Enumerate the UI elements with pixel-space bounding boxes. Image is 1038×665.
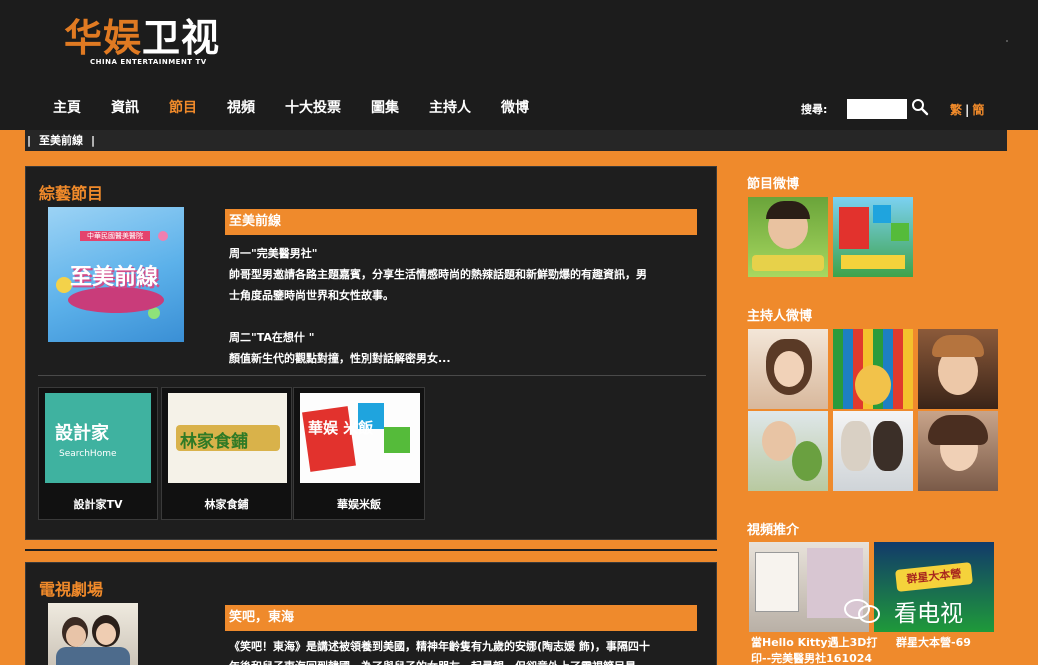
video-caption-1[interactable]: 當Hello Kitty遇上3D打 印--完美醫男社161024: [751, 635, 877, 665]
host-avatar-3[interactable]: [918, 329, 998, 409]
thumb-label: 華娱米飯: [337, 498, 381, 511]
host-avatar-6[interactable]: [918, 411, 998, 491]
lang-simplified-link[interactable]: 簡: [972, 103, 984, 117]
nav-item-videos[interactable]: 視頻: [212, 97, 270, 119]
panel-divider: [25, 549, 717, 551]
thumb-img-text: 設計家: [55, 423, 109, 444]
nav-item-programs[interactable]: 節目: [154, 97, 212, 119]
wechat-icon: [844, 599, 880, 623]
nav-item-home[interactable]: 主頁: [38, 97, 96, 119]
logo-cn-part2: 卫视: [142, 15, 221, 60]
drama-feature-description: 《笑吧！東海》是講述被領養到美國，精神年齡隻有九歲的安娜(陶志媛 飾)，事隔四十…: [229, 640, 650, 665]
show-thumb-huayu-rice[interactable]: 華娱 米飯 華娱米飯: [293, 387, 425, 520]
drama-feature-image[interactable]: [48, 603, 138, 665]
search-input[interactable]: [847, 99, 907, 119]
feature-show-title[interactable]: 至美前線: [225, 209, 697, 235]
search-label: 搜尋:: [801, 103, 828, 116]
host-avatar-2[interactable]: [833, 329, 913, 409]
lang-traditional-link[interactable]: 繁: [950, 103, 962, 117]
section-title: 綜藝節目: [39, 184, 104, 203]
feature-image-tag: 中華民國醫美醫院: [80, 231, 150, 241]
video-recommend-title: 視頻推介: [747, 523, 800, 538]
feature-show-image[interactable]: 中華民國醫美醫院 至美前線: [48, 207, 184, 342]
search-icon[interactable]: [911, 98, 929, 116]
show-thumb-lin-jia[interactable]: 林家食鋪 林家食鋪: [161, 387, 292, 520]
feature-show-description: 周一"完美醫男社" 帥哥型男邀請各路主題嘉賓，分享生活情感時尚的熱辣話題和新鮮勁…: [229, 247, 647, 365]
nav-item-news[interactable]: 資訊: [96, 97, 154, 119]
breadcrumb: | 至美前線 |: [25, 130, 1007, 151]
variety-section: 綜藝節目 中華民國醫美醫院 至美前線 至美前線 周一"完美醫男社" 帥哥型男邀請…: [25, 166, 717, 540]
thumb-img-text: 林家食鋪: [180, 432, 248, 452]
thumb-label: 林家食鋪: [204, 498, 249, 511]
thumb-label: 設計家TV: [73, 498, 123, 511]
header-dot: [1006, 40, 1008, 42]
program-weibo-title: 節目微博: [747, 177, 800, 192]
thumb-img-text: 華娱 米飯: [308, 419, 374, 437]
video-caption-2[interactable]: 群星大本營-69: [896, 635, 971, 651]
logo-cn-part1: 华娱: [64, 15, 143, 60]
language-switch: 繁 | 簡: [950, 103, 985, 117]
host-avatar-5[interactable]: [833, 411, 913, 491]
show-thumb-searchhome[interactable]: 設計家 SearchHome 設計家TV: [38, 387, 158, 520]
section-divider: [38, 375, 706, 376]
breadcrumb-current[interactable]: 至美前線: [39, 134, 83, 147]
program-weibo-huayu-rice[interactable]: [833, 197, 913, 277]
nav-item-weibo[interactable]: 微博: [486, 97, 544, 119]
video-thumb-2-text: 群星大本營: [895, 562, 973, 592]
site-logo[interactable]: 华娱卫视 CHINA ENTERTAINMENT TV: [64, 14, 244, 70]
host-weibo-title: 主持人微博: [747, 309, 813, 324]
nav-item-gallery[interactable]: 圖集: [356, 97, 414, 119]
host-avatar-1[interactable]: [748, 329, 828, 409]
site-header: 华娱卫视 CHINA ENTERTAINMENT TV 主頁 資訊 節目 視頻 …: [0, 0, 1038, 130]
watermark-text: 看电视: [894, 601, 963, 627]
logo-en: CHINA ENTERTAINMENT TV: [90, 58, 207, 66]
feature-image-text: 至美前線: [70, 264, 159, 290]
thumb-img-subtext: SearchHome: [59, 449, 117, 459]
drama-feature-title[interactable]: 笑吧，東海: [225, 605, 697, 631]
nav-item-top10-vote[interactable]: 十大投票: [270, 97, 356, 119]
section-title: 電視劇場: [39, 580, 104, 599]
drama-section: 電視劇場 笑吧，東海 《笑吧！東海》是講述被領養到美國，精神年齡隻有九歲的安娜(…: [25, 562, 717, 665]
program-weibo-lin-jia[interactable]: [748, 197, 828, 277]
main-nav: 主頁 資訊 節目 視頻 十大投票 圖集 主持人 微博: [38, 97, 544, 119]
host-avatar-4[interactable]: [748, 411, 828, 491]
nav-item-hosts[interactable]: 主持人: [414, 97, 486, 119]
